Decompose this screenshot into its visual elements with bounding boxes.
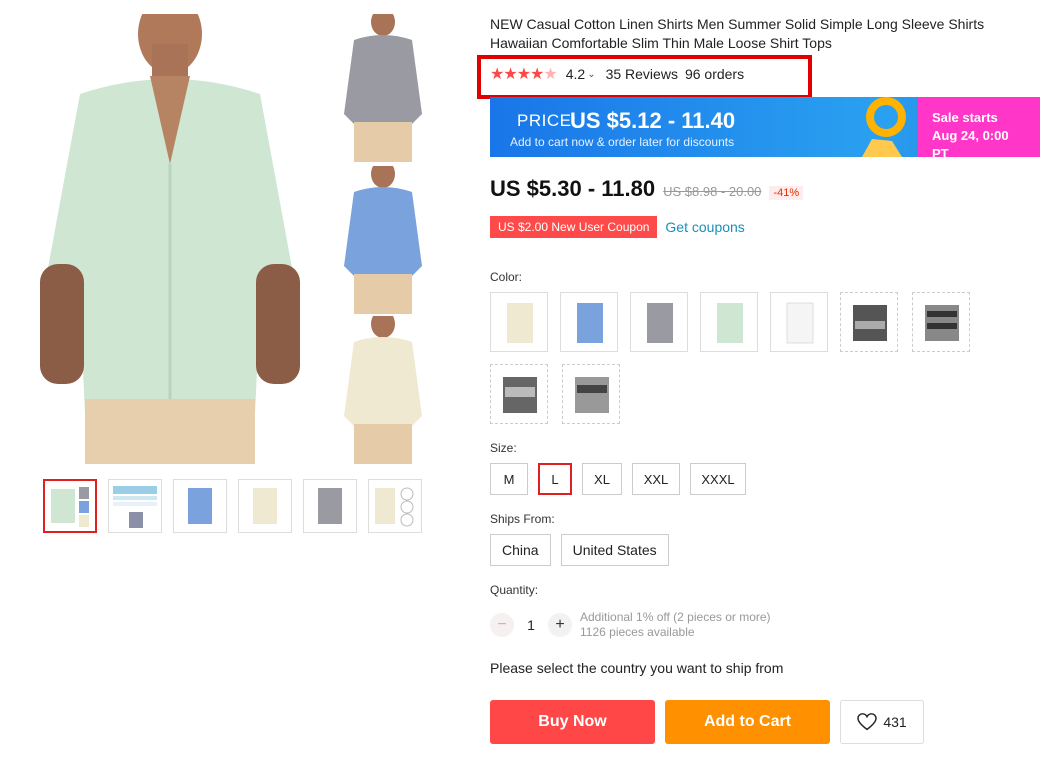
heart-icon	[857, 713, 878, 731]
size-option-xxl[interactable]: XXL	[632, 463, 680, 495]
banner-decoration-icon	[862, 97, 906, 157]
thumbnail[interactable]	[108, 479, 162, 533]
thumbnail[interactable]	[173, 479, 227, 533]
color-swatch-mint[interactable]	[700, 292, 758, 352]
size-option-xl[interactable]: XL	[582, 463, 622, 495]
thumbnail-strip	[43, 479, 422, 533]
size-label: Size:	[490, 441, 517, 455]
add-to-cart-button[interactable]: Add to Cart	[665, 700, 830, 744]
product-gallery	[0, 0, 470, 545]
price-row: US $5.30 - 11.80 US $8.98 - 20.00 -41%	[490, 176, 804, 202]
quantity-label: Quantity:	[490, 583, 539, 597]
color-swatch-blue[interactable]	[560, 292, 618, 352]
quantity-stepper: − 1 + Additional 1% off (2 pieces or mor…	[490, 610, 771, 640]
color-swatch-white[interactable]	[770, 292, 828, 352]
color-swatch-print-1[interactable]	[840, 292, 898, 352]
size-option-m[interactable]: M	[490, 463, 528, 495]
color-swatch-gray[interactable]	[630, 292, 688, 352]
thumbnail[interactable]	[303, 479, 357, 533]
wishlist-count: 431	[883, 714, 907, 730]
ships-from-label: Ships From:	[490, 512, 555, 526]
color-label: Color:	[490, 270, 523, 284]
ships-from-china[interactable]: China	[490, 534, 551, 566]
quantity-value[interactable]: 1	[514, 617, 548, 633]
buy-now-button[interactable]: Buy Now	[490, 700, 655, 744]
current-price: US $5.30 - 11.80	[490, 176, 656, 201]
color-swatch-print-3[interactable]	[490, 364, 548, 424]
sale-starts-badge: Sale starts Aug 24, 0:00 PT	[918, 97, 1040, 157]
stock-available: 1126 pieces available	[580, 625, 695, 639]
ships-from-united-states[interactable]: United States	[560, 534, 669, 566]
size-option-l[interactable]: L	[538, 463, 572, 495]
quantity-plus-button[interactable]: +	[548, 613, 572, 637]
thumbnail[interactable]	[368, 479, 422, 533]
main-product-image[interactable]	[20, 14, 320, 464]
color-swatch-print-2[interactable]	[912, 292, 970, 352]
side-image-blue[interactable]	[342, 166, 424, 314]
size-options: M L XL XXL XXXL	[490, 463, 746, 495]
side-image-gray[interactable]	[342, 14, 424, 162]
color-swatch-beige[interactable]	[490, 292, 548, 352]
new-user-coupon-tag: US $2.00 New User Coupon	[490, 216, 658, 238]
bulk-discount-note: Additional 1% off (2 pieces or more)	[580, 610, 771, 624]
banner-subtext: Add to cart now & order later for discou…	[510, 135, 735, 149]
ships-from-options: China United States	[490, 534, 669, 566]
original-price: US $8.98 - 20.00	[663, 184, 762, 199]
quantity-info: Additional 1% off (2 pieces or more) 112…	[580, 610, 771, 640]
banner-price-label: PRICE:	[517, 111, 577, 130]
side-image-beige[interactable]	[342, 316, 424, 464]
wishlist-button[interactable]: 431	[840, 700, 924, 744]
thumbnail[interactable]	[43, 479, 97, 533]
price-banner: PRICE: US $5.12 - 11.40 Add to cart now …	[490, 97, 1040, 157]
product-title: NEW Casual Cotton Linen Shirts Men Summe…	[490, 16, 985, 51]
get-coupons-link[interactable]: Get coupons	[665, 219, 744, 235]
quantity-minus-button[interactable]: −	[490, 613, 514, 637]
ship-country-message: Please select the country you want to sh…	[490, 660, 784, 676]
thumbnail[interactable]	[238, 479, 292, 533]
color-swatch-print-4[interactable]	[562, 364, 620, 424]
size-option-xxxl[interactable]: XXXL	[690, 463, 746, 495]
highlight-box	[477, 55, 812, 99]
banner-price: US $5.12 - 11.40	[570, 108, 736, 133]
action-buttons: Buy Now Add to Cart 431	[490, 700, 924, 744]
coupon-row: US $2.00 New User Coupon Get coupons	[490, 216, 745, 238]
discount-badge: -41%	[769, 186, 804, 200]
